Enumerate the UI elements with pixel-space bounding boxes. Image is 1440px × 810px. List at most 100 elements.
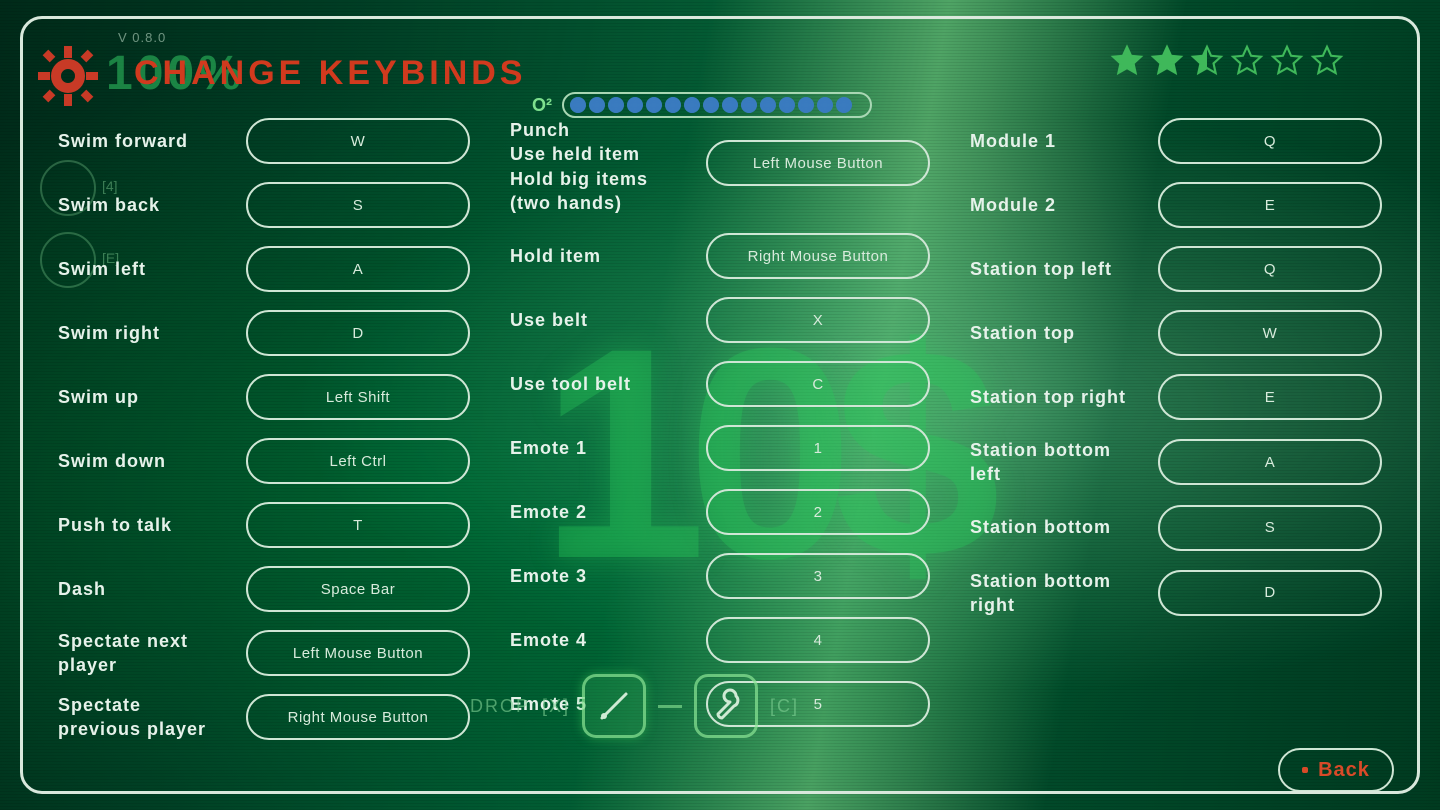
o2-dot bbox=[741, 97, 757, 113]
keybind-button-station-bottom-right[interactable]: D bbox=[1158, 570, 1382, 616]
keybind-button-station-top-left[interactable]: Q bbox=[1158, 246, 1382, 292]
keybind-row: Emote 2 2 bbox=[510, 489, 930, 535]
star-rating bbox=[1110, 44, 1344, 78]
keybind-row: Station bottom left A bbox=[970, 438, 1382, 487]
keybind-row: Emote 1 1 bbox=[510, 425, 930, 471]
keybind-row: Module 1 Q bbox=[970, 118, 1382, 164]
keybind-row: Swim up Left Shift bbox=[58, 374, 470, 420]
keybind-button-emote-5[interactable]: 5 bbox=[706, 681, 930, 727]
keybind-row: Emote 55 bbox=[510, 681, 930, 727]
keybind-button-emote-3[interactable]: 3 bbox=[706, 553, 930, 599]
keybind-button-station-bottom-left[interactable]: A bbox=[1158, 439, 1382, 485]
keybind-label: Swim down bbox=[58, 449, 230, 473]
o2-dot bbox=[779, 97, 795, 113]
o2-dot bbox=[684, 97, 700, 113]
o2-bar bbox=[562, 92, 872, 118]
keybind-label: Emote 1 bbox=[510, 436, 690, 460]
keybind-label: Hold item bbox=[510, 244, 690, 268]
keybind-row: Use tool belt C bbox=[510, 361, 930, 407]
keybind-button-swim-left[interactable]: A bbox=[246, 246, 470, 292]
column-left: Swim forwardW Swim back S Swim left A Swim ri… bbox=[58, 118, 470, 740]
keybind-button-station-top[interactable]: W bbox=[1158, 310, 1382, 356]
keybind-label: Emote 4 bbox=[510, 628, 690, 652]
star-icon bbox=[1150, 44, 1184, 78]
keybind-label: Swim up bbox=[58, 385, 230, 409]
o2-dot bbox=[760, 97, 776, 113]
keybind-label: Dash bbox=[58, 577, 230, 601]
keybind-label: Swim right bbox=[58, 321, 230, 345]
keybind-label: Swim left bbox=[58, 257, 230, 281]
keybind-row: Dash Space Bar bbox=[58, 566, 470, 612]
o2-dot bbox=[608, 97, 624, 113]
keybind-button-emote-4[interactable]: 4 bbox=[706, 617, 930, 663]
keybind-label: Module 2 bbox=[970, 193, 1142, 217]
keybind-label: Station bottom bbox=[970, 515, 1142, 539]
o2-dot bbox=[817, 97, 833, 113]
keybind-button-dash[interactable]: Space Bar bbox=[246, 566, 470, 612]
keybind-row: Station bottom S bbox=[970, 505, 1382, 551]
keybind-label: Punch Use held item Hold big items (two … bbox=[510, 118, 690, 215]
keybind-button-emote-1[interactable]: 1 bbox=[706, 425, 930, 471]
keybind-button-station-bottom[interactable]: S bbox=[1158, 505, 1382, 551]
o2-meter: O² bbox=[532, 92, 872, 118]
back-button[interactable]: Back bbox=[1278, 748, 1394, 792]
keybind-button-swim-down[interactable]: Left Ctrl bbox=[246, 438, 470, 484]
keybind-columns: Swim forwardW Swim back S Swim left A Swim ri… bbox=[58, 118, 1382, 740]
keybind-button-punch[interactable]: Left Mouse Button bbox=[706, 140, 930, 186]
keybind-button-station-top-right[interactable]: E bbox=[1158, 374, 1382, 420]
keybind-button-spectate-next-player[interactable]: Left Mouse Button bbox=[246, 630, 470, 676]
keybind-label: Station bottom left bbox=[970, 438, 1142, 487]
keybind-row: Station top right E bbox=[970, 374, 1382, 420]
keybind-row: Punch Use held item Hold big items (two … bbox=[510, 118, 930, 215]
keybind-row: Swim back S bbox=[58, 182, 470, 228]
o2-dot bbox=[627, 97, 643, 113]
column-right: Module 1 Q Module 2 E Station top leftQ Stati… bbox=[970, 118, 1382, 740]
keybind-row: Station top W bbox=[970, 310, 1382, 356]
keybind-label: Swim back bbox=[58, 193, 230, 217]
keybind-button-swim-back[interactable]: S bbox=[246, 182, 470, 228]
keybind-button-hold-item[interactable]: Right Mouse Button bbox=[706, 233, 930, 279]
o2-dot bbox=[836, 97, 852, 113]
keybind-row: Emote 4 4 bbox=[510, 617, 930, 663]
o2-dot bbox=[665, 97, 681, 113]
keybind-button-module-2[interactable]: E bbox=[1158, 182, 1382, 228]
keybind-button-swim-forward[interactable]: W bbox=[246, 118, 470, 164]
keybind-button-use-tool-belt[interactable]: C bbox=[706, 361, 930, 407]
star-icon bbox=[1270, 44, 1304, 78]
keybind-button-spectate-previous-player[interactable]: Right Mouse Button bbox=[246, 694, 470, 740]
star-icon bbox=[1230, 44, 1264, 78]
keybind-button-swim-right[interactable]: D bbox=[246, 310, 470, 356]
keybind-row: Swim left A bbox=[58, 246, 470, 292]
page-title: CHANGE KEYBINDS bbox=[134, 54, 526, 93]
keybind-row: Station top leftQ bbox=[970, 246, 1382, 292]
keybind-row: Swim forwardW bbox=[58, 118, 470, 164]
star-icon bbox=[1310, 44, 1344, 78]
keybind-row: Spectate previous playerRight Mouse Butt… bbox=[58, 694, 470, 740]
o2-dot bbox=[703, 97, 719, 113]
back-label: Back bbox=[1318, 759, 1370, 782]
keybind-row: Swim down Left Ctrl bbox=[58, 438, 470, 484]
keybind-row: Use beltX bbox=[510, 297, 930, 343]
star-icon bbox=[1190, 44, 1224, 78]
keybind-row: Swim right D bbox=[58, 310, 470, 356]
o2-dot bbox=[646, 97, 662, 113]
keybind-button-use-belt[interactable]: X bbox=[706, 297, 930, 343]
keybind-button-module-1[interactable]: Q bbox=[1158, 118, 1382, 164]
keybind-button-push-to-talk[interactable]: T bbox=[246, 502, 470, 548]
keybind-row: Emote 33 bbox=[510, 553, 930, 599]
o2-dot bbox=[722, 97, 738, 113]
star-icon bbox=[1110, 44, 1144, 78]
o2-dot bbox=[798, 97, 814, 113]
column-mid: Punch Use held item Hold big items (two … bbox=[510, 118, 930, 740]
keybind-button-swim-up[interactable]: Left Shift bbox=[246, 374, 470, 420]
keybind-label: Station top right bbox=[970, 385, 1142, 409]
keybind-label: Emote 2 bbox=[510, 500, 690, 524]
keybind-label: Use tool belt bbox=[510, 372, 690, 396]
keybind-label: Station top bbox=[970, 321, 1142, 345]
keybind-label: Spectate next player bbox=[58, 629, 230, 678]
keybind-row: Spectate next player Left Mouse Button bbox=[58, 630, 470, 676]
keybind-label: Module 1 bbox=[970, 129, 1142, 153]
version-label: V 0.8.0 bbox=[118, 30, 166, 45]
keybind-row: Module 2 E bbox=[970, 182, 1382, 228]
keybind-button-emote-2[interactable]: 2 bbox=[706, 489, 930, 535]
